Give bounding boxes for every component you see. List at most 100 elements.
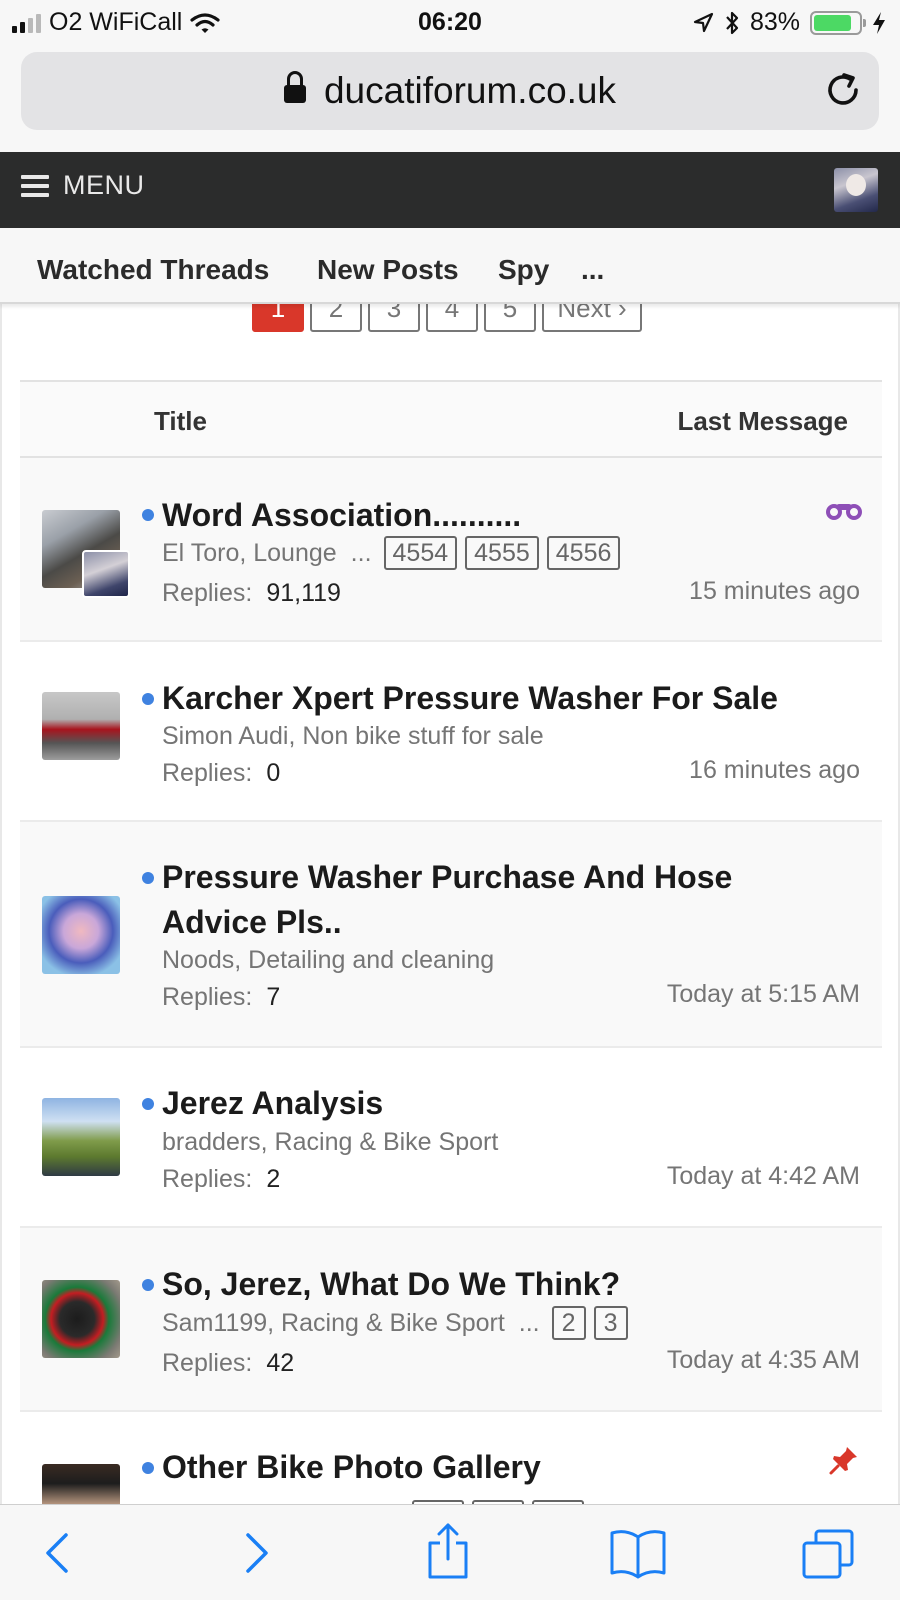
reply-count: Replies: 2 xyxy=(162,1165,280,1194)
nav-watched-threads[interactable]: Watched Threads xyxy=(37,254,269,286)
forward-icon[interactable] xyxy=(236,1527,276,1579)
replies-value: 91,119 xyxy=(266,579,341,607)
thread-author-forum[interactable]: El Toro, Lounge xyxy=(162,539,337,568)
thread-starter-avatar[interactable] xyxy=(42,1464,120,1504)
nav-new-posts[interactable]: New Posts xyxy=(317,254,459,286)
thread-starter-avatar[interactable] xyxy=(42,1280,120,1358)
share-icon[interactable] xyxy=(424,1521,472,1581)
battery-icon xyxy=(810,10,866,35)
thread-title[interactable]: Other Bike Photo Gallery xyxy=(162,1445,812,1490)
unread-dot xyxy=(142,1098,154,1110)
replies-value: 2 xyxy=(266,1165,281,1193)
thread-meta: El Toro, Lounge ... 4554 4555 4556 xyxy=(162,536,621,570)
last-message-time[interactable]: 15 minutes ago xyxy=(689,577,860,606)
last-message-time[interactable]: Today at 4:42 AM xyxy=(667,1162,860,1191)
unread-dot xyxy=(142,1462,154,1474)
thread-page-link[interactable]: 4555 xyxy=(465,536,539,570)
back-icon[interactable] xyxy=(38,1527,78,1579)
unread-dot xyxy=(142,872,154,884)
thread-row[interactable]: Karcher Xpert Pressure Washer For Sale S… xyxy=(20,642,882,822)
thread-row[interactable]: So, Jerez, What Do We Think? Sam1199, Ra… xyxy=(20,1228,882,1412)
thread-row[interactable]: Pressure Washer Purchase And Hose Advice… xyxy=(20,822,882,1048)
thread-meta: Sam1199, Racing & Bike Sport ... 2 3 xyxy=(162,1306,628,1340)
page-link[interactable]: 2 xyxy=(310,304,362,332)
user-avatar[interactable] xyxy=(834,168,878,212)
replies-value: 42 xyxy=(266,1349,295,1377)
browser-toolbar xyxy=(0,1504,900,1600)
browser-address-area: ducatiforum.co.uk xyxy=(0,44,900,152)
nav-more[interactable]: ... xyxy=(581,254,604,286)
thread-author-forum[interactable]: Simon Audi, Non bike stuff for sale xyxy=(162,722,544,751)
hamburger-icon xyxy=(21,174,49,197)
forum-header: MENU xyxy=(0,152,900,228)
thread-title[interactable]: Jerez Analysis xyxy=(162,1081,812,1126)
replies-label: Replies: xyxy=(162,759,253,787)
battery-percent: 83% xyxy=(749,8,800,36)
battery-level xyxy=(814,14,851,31)
sub-navigation: Watched Threads New Posts Spy ... xyxy=(0,228,900,304)
thread-row[interactable]: Other Bike Photo Gallery xyxy=(20,1412,882,1504)
replies-label: Replies: xyxy=(162,1165,253,1193)
column-title[interactable]: Title xyxy=(154,406,207,437)
reply-count: Replies: 7 xyxy=(162,983,280,1012)
page-link[interactable]: 4 xyxy=(426,304,478,332)
lock-icon xyxy=(283,71,306,107)
replies-label: Replies: xyxy=(162,983,253,1011)
thread-starter-avatar[interactable] xyxy=(42,896,120,974)
thread-page-link[interactable]: 2 xyxy=(551,1306,586,1340)
charging-bolt-icon xyxy=(873,11,885,34)
last-message-time[interactable]: Today at 5:15 AM xyxy=(667,980,860,1009)
replies-label: Replies: xyxy=(162,579,253,607)
thread-page-link[interactable]: 4556 xyxy=(546,536,621,570)
thread-meta: Noods, Detailing and cleaning xyxy=(162,946,494,975)
thread-title[interactable]: Pressure Washer Purchase And Hose Advice… xyxy=(162,855,812,945)
thread-author-forum[interactable]: bradders, Racing & Bike Sport xyxy=(162,1128,498,1157)
menu-label: MENU xyxy=(63,170,145,200)
page-current[interactable]: 1 xyxy=(252,304,304,332)
reply-count: Replies: 42 xyxy=(162,1349,294,1378)
menu-button[interactable]: MENU xyxy=(21,170,145,201)
thread-title[interactable]: Word Association.......... xyxy=(162,493,812,538)
page-next[interactable]: Next › xyxy=(542,304,642,332)
thread-row[interactable]: Jerez Analysis bradders, Racing & Bike S… xyxy=(20,1048,882,1228)
nav-spy[interactable]: Spy xyxy=(498,254,549,286)
unread-dot xyxy=(142,1279,154,1291)
status-bar: O2 WiFiCall 06:20 83% xyxy=(0,0,900,44)
thread-page-link[interactable]: 4554 xyxy=(383,536,458,570)
thread-starter-avatar[interactable] xyxy=(42,692,120,760)
last-poster-avatar[interactable] xyxy=(82,550,130,598)
replies-value: 7 xyxy=(266,983,281,1011)
thread-title[interactable]: So, Jerez, What Do We Think? xyxy=(162,1262,812,1307)
tabs-icon[interactable] xyxy=(800,1527,856,1579)
replies-label: Replies: xyxy=(162,1349,253,1377)
page-link[interactable]: 3 xyxy=(368,304,420,332)
page-ellipsis: ... xyxy=(518,1308,540,1337)
thread-meta: Simon Audi, Non bike stuff for sale xyxy=(162,722,544,751)
thread-author-forum[interactable]: Noods, Detailing and cleaning xyxy=(162,946,494,975)
status-right: 83% xyxy=(692,8,886,37)
thread-list: Title Last Message Word Association.....… xyxy=(20,380,882,1504)
thread-title[interactable]: Karcher Xpert Pressure Washer For Sale xyxy=(162,676,812,721)
thread-row[interactable]: Word Association.......... El Toro, Loun… xyxy=(20,458,882,642)
location-arrow-icon xyxy=(693,12,714,32)
replies-value: 0 xyxy=(266,759,281,787)
last-message-time[interactable]: 16 minutes ago xyxy=(689,756,860,785)
last-message-time[interactable]: Today at 4:35 AM xyxy=(667,1346,860,1375)
main-content: 1 2 3 4 5 Next › Title Last Message Word… xyxy=(0,304,900,1504)
watch-icon[interactable] xyxy=(826,500,862,520)
thread-author-forum[interactable]: Sam1199, Racing & Bike Sport xyxy=(162,1309,505,1338)
unread-dot xyxy=(142,693,154,705)
thread-starter-avatar[interactable] xyxy=(42,1098,120,1176)
thread-list-header: Title Last Message xyxy=(20,380,882,458)
reply-count: Replies: 0 xyxy=(162,759,280,788)
thread-page-link[interactable]: 3 xyxy=(593,1306,628,1340)
column-last-message[interactable]: Last Message xyxy=(677,406,848,437)
reload-icon[interactable] xyxy=(823,70,863,110)
address-bar[interactable]: ducatiforum.co.uk xyxy=(21,52,879,130)
thread-meta: bradders, Racing & Bike Sport xyxy=(162,1128,498,1157)
reply-count: Replies: 91,119 xyxy=(162,579,341,608)
bookmarks-icon[interactable] xyxy=(608,1527,668,1579)
page-link[interactable]: 5 xyxy=(484,304,536,332)
unread-dot xyxy=(142,509,154,521)
url-text[interactable]: ducatiforum.co.uk xyxy=(324,70,616,112)
